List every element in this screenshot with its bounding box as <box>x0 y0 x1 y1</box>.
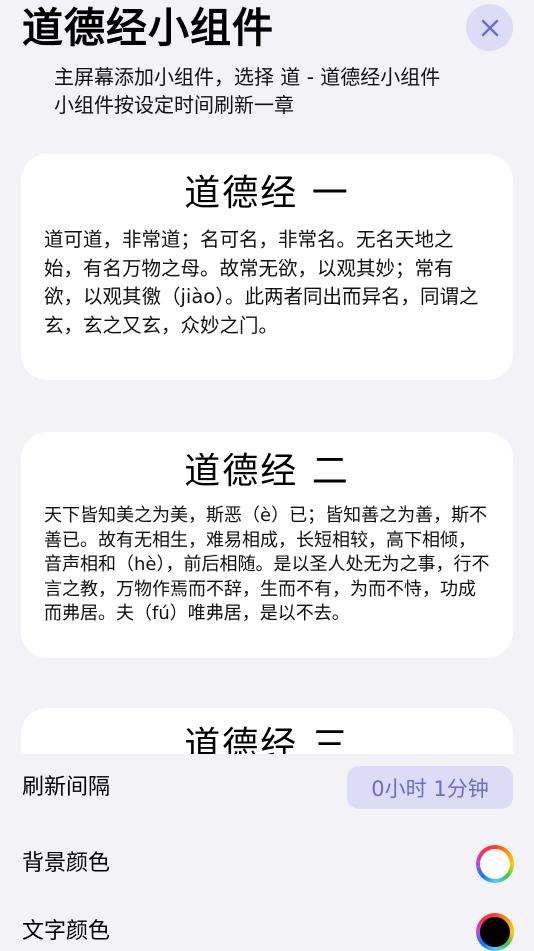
close-button[interactable] <box>466 4 513 51</box>
close-icon <box>481 19 498 36</box>
chapter-text: 道可道，非常道；名可名，非常名。无名天地之始，有名万物之母。故常无欲，以观其妙；… <box>44 228 479 337</box>
text-color-label: 文字颜色 <box>22 919 111 944</box>
instruction-line-1: 主屏幕添加小组件，选择 道 - 道德经小组件 <box>54 65 441 89</box>
interval-label: 刷新间隔 <box>22 775 111 800</box>
chapter-list[interactable]: 道德经 一 道可道，非常道；名可名，非常名。无名天地之始，有名万物之母。故常无欲… <box>0 130 534 754</box>
bg-color-label: 背景颜色 <box>22 851 111 876</box>
interval-picker-button[interactable]: 0小时 1分钟 <box>347 766 513 809</box>
chapter-title: 道德经 二 <box>184 451 350 492</box>
instructions: 主屏幕添加小组件，选择 道 - 道德经小组件 小组件按设定时间刷新一章 <box>54 63 440 119</box>
settings-panel: 刷新间隔 0小时 1分钟 背景颜色 文字颜色 <box>0 754 534 951</box>
chapter-card: 道德经 三 <box>21 708 513 754</box>
chapter-card: 道德经 二 天下皆知美之为美，斯恶（è）已；皆知善之为善，斯不善已。故有无相生，… <box>21 432 513 658</box>
chapter-title: 道德经 一 <box>184 173 350 214</box>
instruction-line-2: 小组件按设定时间刷新一章 <box>54 93 294 117</box>
text-color-swatch <box>480 917 510 947</box>
bg-color-picker[interactable] <box>476 845 514 883</box>
text-color-picker[interactable] <box>476 913 514 951</box>
chapter-card: 道德经 一 道可道，非常道；名可名，非常名。无名天地之始，有名万物之母。故常无欲… <box>21 154 513 380</box>
chapter-title: 道德经 三 <box>184 725 350 754</box>
bg-color-swatch <box>480 849 510 879</box>
chapter-text: 天下皆知美之为美，斯恶（è）已；皆知善之为善，斯不善已。故有无相生，难易相成，长… <box>44 505 490 624</box>
page-title: 道德经小组件 <box>22 4 274 52</box>
